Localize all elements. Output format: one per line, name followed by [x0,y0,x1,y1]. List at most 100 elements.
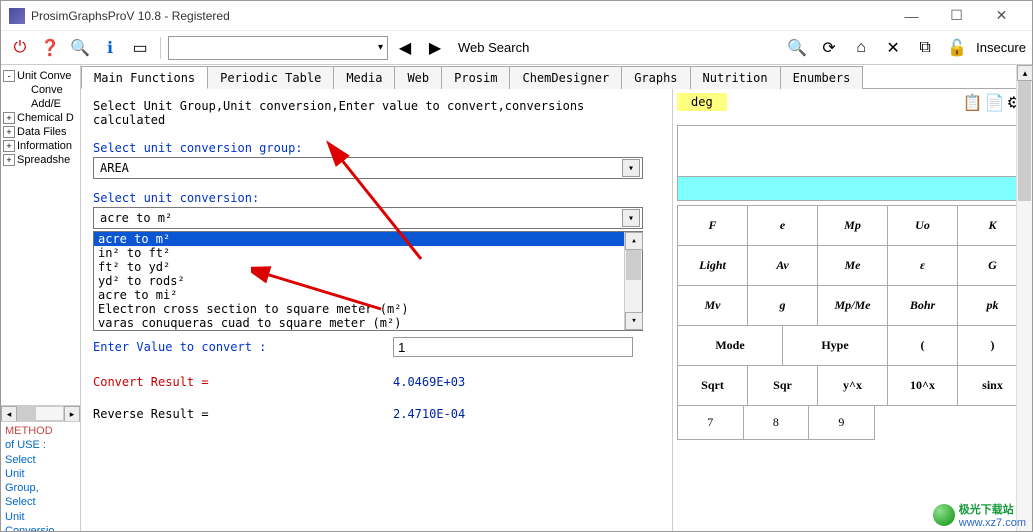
calc-key-yx[interactable]: y^x [818,366,888,406]
calc-key-mv[interactable]: Mv [678,286,748,326]
delete-icon[interactable]: ✕ [880,35,906,61]
help-icon[interactable]: ❓ [37,35,63,61]
page-v-scrollbar[interactable]: ▴ [1016,65,1032,531]
calc-key-mp[interactable]: Mp [818,206,888,246]
paste-icon[interactable]: 📋 [963,93,983,113]
calc-key-av[interactable]: Av [748,246,818,286]
window-title: ProsimGraphsProV 10.8 - Registered [31,9,889,23]
calc-key-bohr[interactable]: Bohr [888,286,958,326]
maximize-button[interactable]: ☐ [934,1,979,31]
tree-item[interactable]: +Data Files [3,125,78,139]
main-panel: Select Unit Group,Unit conversion,Enter … [81,89,672,531]
calc-key-mode[interactable]: Mode [678,326,783,366]
calc-key-10x[interactable]: 10^x [888,366,958,406]
add-sheet-icon[interactable]: 📄 [985,93,1005,113]
tab-media[interactable]: Media [333,66,395,89]
list-item[interactable]: ft² to yd² [94,260,624,274]
home-icon[interactable]: ⌂ [848,35,874,61]
nav-forward-icon[interactable]: ▶ [422,35,448,61]
info-icon[interactable]: ℹ [97,35,123,61]
dropdown-arrow-icon: ▾ [622,159,640,177]
list-item[interactable]: acre to mi² [94,288,624,302]
value-input[interactable] [393,337,633,357]
method-panel: METHODof USE :SelectUnitGroup,SelectUnit… [1,421,80,531]
calc-key-mpme[interactable]: Mp/Me [818,286,888,326]
reverse-result-label: Reverse Result = [93,407,393,421]
group-dropdown[interactable]: AREA ▾ [93,157,643,179]
deg-mode-label: deg [677,93,727,111]
convert-result-label: Convert Result = [93,375,393,389]
close-button[interactable]: ✕ [979,1,1024,31]
app-icon [9,8,25,24]
group-value: AREA [100,161,129,175]
tree-item[interactable]: Add/E [3,97,78,111]
list-item[interactable]: in² to ft² [94,246,624,260]
title-bar: ProsimGraphsProV 10.8 - Registered — ☐ ✕ [1,1,1032,31]
instruction-text: Select Unit Group,Unit conversion,Enter … [93,99,660,127]
tree-item[interactable]: +Spreadshe [3,153,78,167]
list-item[interactable]: yd² to rods² [94,274,624,288]
content: Main FunctionsPeriodic TableMediaWebPros… [81,65,1032,531]
convert-result-value: 4.0469E+03 [393,375,465,389]
conversion-dropdown[interactable]: acre to m² ▾ [93,207,643,229]
tree-item[interactable]: +Information [3,139,78,153]
watermark-name: 极光下载站 [959,501,1026,517]
calc-key-sqrt[interactable]: Sqrt [678,366,748,406]
unlock-icon[interactable]: 🔓 [944,35,970,61]
enter-label: Enter Value to convert : [93,340,393,354]
tree-item[interactable]: Conve [3,83,78,97]
calc-key-me[interactable]: Me [818,246,888,286]
power-icon[interactable]: ⏻ [7,35,33,61]
tabs: Main FunctionsPeriodic TableMediaWebPros… [81,65,1032,89]
listbox-scrollbar[interactable]: ▴ ▾ [624,232,642,330]
nav-back-icon[interactable]: ◀ [392,35,418,61]
calc-display-result [678,176,1027,200]
list-item[interactable]: Electron cross section to square meter (… [94,302,624,316]
refresh-icon[interactable]: ⟳ [816,35,842,61]
calc-key-[interactable]: ε [888,246,958,286]
copy-icon[interactable]: ⧉ [912,35,938,61]
calculator-panel: deg 📋 📄 ⚙ ▾ FeMpUoKLightAvMeεGMvgMp/MeBo… [672,89,1032,531]
calc-key-8[interactable]: 8 [744,406,810,440]
toolbar: ⏻ ❓ 🔍 ℹ ▭ ▾ ◀ ▶ Web Search 🔍 ⟳ ⌂ ✕ ⧉ 🔓 I… [1,31,1032,65]
tab-graphs[interactable]: Graphs [621,66,690,89]
tree[interactable]: -Unit ConveConveAdd/E+Chemical D+Data Fi… [1,65,80,405]
tab-enumbers[interactable]: Enumbers [780,66,864,89]
tree-h-scroll[interactable]: ◂ ▸ [1,405,80,421]
calc-key-7[interactable]: 7 [678,406,744,440]
tab-prosim[interactable]: Prosim [441,66,510,89]
tree-item[interactable]: +Chemical D [3,111,78,125]
search-combo[interactable]: ▾ [168,36,388,60]
minimize-button[interactable]: — [889,1,934,31]
tab-periodic-table[interactable]: Periodic Table [207,66,334,89]
watermark: 极光下载站 www.xz7.com [933,501,1026,529]
tab-nutrition[interactable]: Nutrition [690,66,781,89]
calc-key-hype[interactable]: Hype [783,326,888,366]
calc-key-sqr[interactable]: Sqr [748,366,818,406]
zoom-icon[interactable]: 🔍 [784,35,810,61]
tab-chemdesigner[interactable]: ChemDesigner [509,66,622,89]
calc-key-uo[interactable]: Uo [888,206,958,246]
calc-key-f[interactable]: F [678,206,748,246]
window-icon[interactable]: ▭ [127,35,153,61]
calc-key-9[interactable]: 9 [809,406,875,440]
search-small-icon[interactable]: 🔍 [67,35,93,61]
group-label: Select unit conversion group: [93,141,660,155]
calc-key-light[interactable]: Light [678,246,748,286]
conversion-listbox[interactable]: acre to m²in² to ft²ft² to yd²yd² to rod… [93,231,643,331]
list-item[interactable]: varas conuqueras cuad to square meter (m… [94,316,624,330]
tab-web[interactable]: Web [394,66,442,89]
calc-display [677,125,1028,201]
watermark-url: www.xz7.com [959,517,1026,529]
list-item[interactable]: acre to m² [94,232,624,246]
conversion-value: acre to m² [100,211,172,225]
tab-main-functions[interactable]: Main Functions [81,66,208,89]
insecure-label: Insecure [976,40,1026,55]
conversion-label: Select unit conversion: [93,191,660,205]
tree-item[interactable]: -Unit Conve [3,69,78,83]
calc-key-e[interactable]: e [748,206,818,246]
calc-key-g[interactable]: g [748,286,818,326]
reverse-result-value: 2.4710E-04 [393,407,465,421]
calc-key-[interactable]: ( [888,326,958,366]
sidebar: -Unit ConveConveAdd/E+Chemical D+Data Fi… [1,65,81,531]
